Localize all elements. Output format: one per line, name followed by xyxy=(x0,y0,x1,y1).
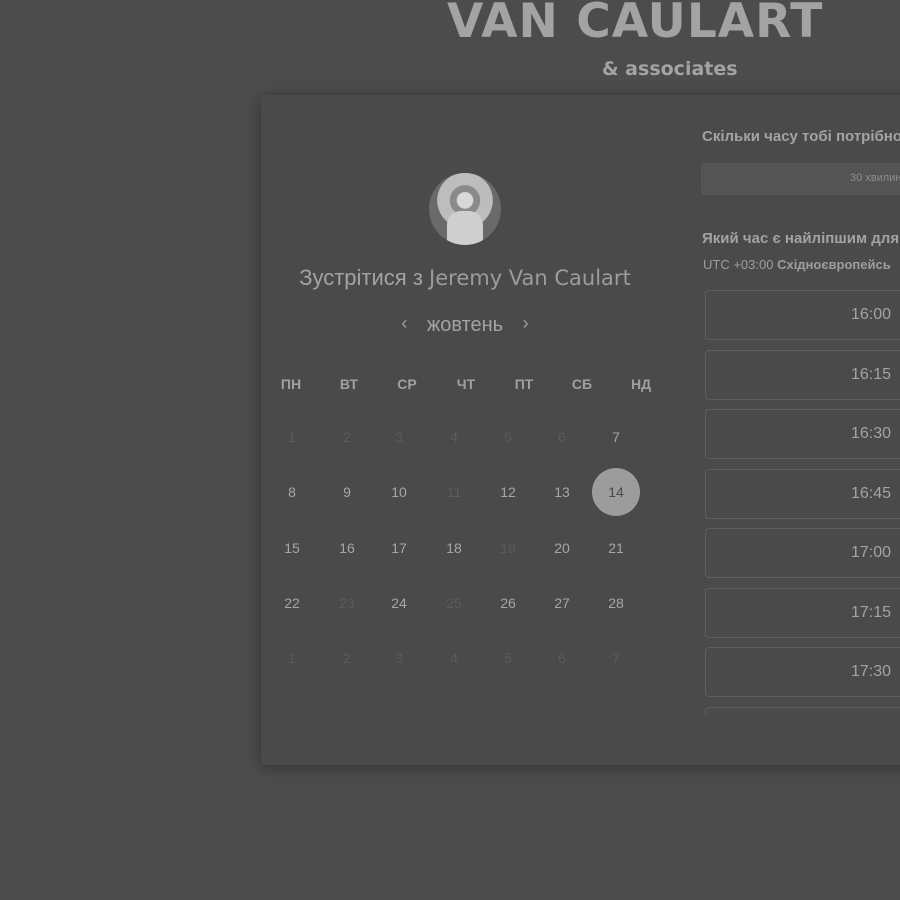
time-slot-button[interactable]: 16:45 xyxy=(705,468,900,519)
timezone-offset: UTC +03:00 xyxy=(703,257,774,272)
calendar-day[interactable]: 21 xyxy=(592,524,640,572)
calendar-day: 19 xyxy=(500,540,516,556)
brand-header: VAN CAULART & associates xyxy=(0,0,900,90)
time-slot-label: 16:45 xyxy=(851,484,892,502)
calendar-day[interactable]: 8 xyxy=(268,468,316,516)
time-slot-button[interactable]: 16:30 xyxy=(705,409,900,459)
calendar-day: 6 xyxy=(558,650,566,666)
calendar-day: 2 xyxy=(343,429,351,445)
calendar-day[interactable]: 17 xyxy=(375,524,423,572)
time-slot-button[interactable]: 17:00 xyxy=(705,528,900,578)
calendar-day[interactable]: 22 xyxy=(268,579,316,627)
calendar-day: 25 xyxy=(446,595,462,611)
calendar-day: 2 xyxy=(343,650,351,666)
time-slot-label: 16:00 xyxy=(851,306,892,323)
calendar-day[interactable]: 27 xyxy=(538,579,586,627)
calendar-day: 1 xyxy=(288,429,296,445)
calendar-day: 23 xyxy=(339,595,355,611)
calendar-day[interactable]: 16 xyxy=(323,524,371,572)
calendar-day[interactable]: 24 xyxy=(375,579,423,627)
calendar-day[interactable]: 18 xyxy=(430,524,478,572)
brand-subtitle: & associates xyxy=(602,58,738,80)
time-slot-button[interactable]: 17:30 xyxy=(705,647,900,697)
time-slot-button[interactable]: 17:15 xyxy=(705,587,900,638)
calendar-day: 1 xyxy=(288,650,296,666)
time-slot-label: 16:30 xyxy=(851,425,892,442)
calendar-day[interactable]: 26 xyxy=(484,579,532,627)
booking-panel: Скільки часу тобі потрібно 30 хвилин Яки… xyxy=(670,95,900,765)
duration-question: Скільки часу тобі потрібно xyxy=(702,128,900,145)
time-slot-label: 16:15 xyxy=(851,365,892,383)
calendar-day-selected[interactable]: 14 xyxy=(592,468,640,516)
time-question: Який час є найліпшим для xyxy=(702,230,900,247)
calendar-day: 3 xyxy=(395,650,403,666)
day-grid: 1 2 3 4 5 6 7 8 9 10 11 12 13 14 15 16 17 18 19 20 21 22 23 24 2… xyxy=(261,95,669,765)
time-slot-label: 17:00 xyxy=(851,544,892,561)
time-slot-label: 17:15 xyxy=(851,603,892,621)
booking-card: Зустрітися з Jeremy Van Caulart ‹ жовтен… xyxy=(261,95,900,765)
time-slot-button[interactable]: 16:00 xyxy=(705,290,900,340)
time-slot-label: 17:30 xyxy=(851,663,892,680)
calendar-day[interactable]: 13 xyxy=(538,468,586,516)
calendar-day[interactable]: 9 xyxy=(323,468,371,516)
calendar-day: 5 xyxy=(504,650,512,666)
calendar-day[interactable]: 10 xyxy=(375,468,423,516)
calendar-day: 3 xyxy=(395,429,403,445)
time-slot-button[interactable] xyxy=(705,706,900,715)
calendar-day: 5 xyxy=(504,429,512,445)
calendar-day: 7 xyxy=(612,650,620,666)
calendar-day: 6 xyxy=(558,429,566,445)
duration-value: 30 хвилин xyxy=(850,172,900,184)
calendar-day[interactable]: 20 xyxy=(538,524,586,572)
timezone-name: Східноєвропейсь xyxy=(777,257,891,272)
calendar-day[interactable]: 12 xyxy=(484,468,532,516)
calendar-day[interactable]: 7 xyxy=(592,413,640,461)
brand-logo-text: VAN CAULART xyxy=(447,0,824,49)
time-slot-list: 16:00 16:15 16:30 16:45 17:00 17:15 17:30 xyxy=(705,290,900,715)
calendar-day[interactable]: 15 xyxy=(268,524,316,572)
calendar-day[interactable]: 28 xyxy=(592,579,640,627)
calendar-day: 11 xyxy=(446,484,462,500)
duration-select[interactable]: 30 хвилин xyxy=(701,163,900,195)
calendar-panel: Зустрітися з Jeremy Van Caulart ‹ жовтен… xyxy=(261,95,670,765)
time-slot-button[interactable]: 16:15 xyxy=(705,349,900,400)
timezone-label[interactable]: UTC +03:00 Східноєвропейсь xyxy=(703,257,891,272)
calendar-day: 4 xyxy=(450,429,458,445)
calendar-day: 4 xyxy=(450,650,458,666)
